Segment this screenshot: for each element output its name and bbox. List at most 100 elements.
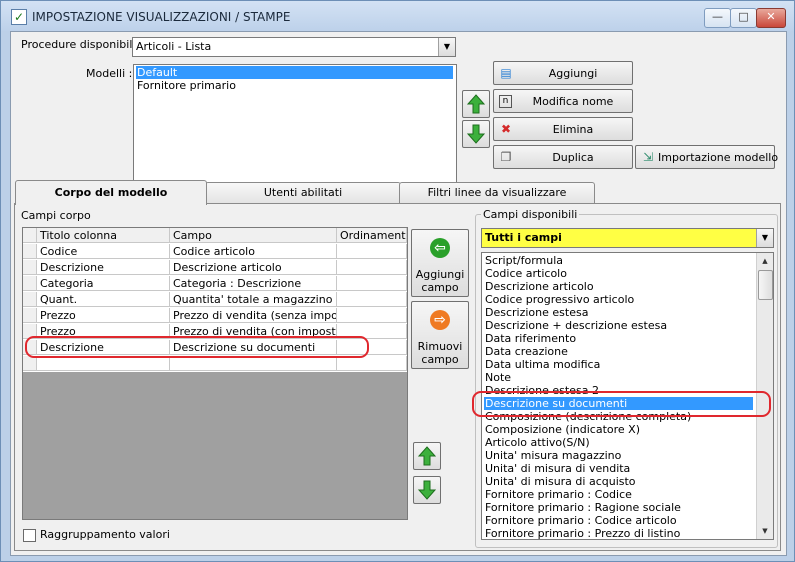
campi-corpo-grid[interactable]: Titolo colonna Campo Ordinamento Codice … — [22, 227, 408, 520]
elimina-label: Elimina — [552, 123, 594, 136]
grid-cell[interactable]: Prezzo di vendita (senza imposte) — [170, 308, 337, 323]
grid-row-indicator[interactable] — [23, 276, 37, 291]
list-item[interactable]: Descrizione + descrizione estesa — [484, 319, 667, 332]
grid-header-row: Titolo colonna Campo Ordinamento — [23, 228, 407, 244]
list-item[interactable]: Note — [484, 371, 511, 384]
grid-row-indicator[interactable] — [23, 292, 37, 307]
list-item[interactable]: Fornitore primario : Codice articolo — [484, 514, 677, 527]
campi-filter-value: Tutti i campi — [485, 231, 562, 244]
grid-cell[interactable] — [337, 292, 407, 307]
list-item[interactable]: Descrizione articolo — [484, 280, 594, 293]
modifica-nome-label: Modifica nome — [532, 95, 614, 108]
rimuovi-campo-button[interactable]: ⇨ Rimuovi campo — [411, 301, 469, 369]
add-document-icon: ▤ — [500, 66, 512, 80]
grid-cell[interactable] — [37, 356, 170, 371]
grid-cell[interactable]: Quantita' totale a magazzino — [170, 292, 337, 307]
list-item[interactable]: Codice articolo — [484, 267, 567, 280]
grid-cell[interactable] — [337, 308, 407, 323]
grid-row-indicator[interactable] — [23, 356, 37, 371]
raggruppamento-label: Raggruppamento valori — [40, 528, 170, 541]
move-down-button[interactable] — [462, 120, 490, 148]
list-item[interactable]: Unita' di misura di vendita — [484, 462, 630, 475]
chevron-down-icon[interactable]: ▼ — [438, 38, 455, 56]
grid-row-indicator — [23, 228, 37, 243]
list-item[interactable]: Unita' misura magazzino — [484, 449, 621, 462]
minimize-button[interactable]: — — [704, 8, 731, 28]
list-item[interactable]: Unita' di misura di acquisto — [484, 475, 636, 488]
importazione-modello-button[interactable]: ⇲ Importazione modello — [635, 145, 779, 169]
maximize-icon: □ — [738, 10, 749, 23]
table-row[interactable]: Prezzo Prezzo di vendita (senza imposte) — [23, 308, 407, 324]
grid-cell[interactable] — [337, 244, 407, 259]
table-row[interactable] — [23, 356, 407, 372]
grid-cell[interactable] — [337, 260, 407, 275]
list-item[interactable]: Data riferimento — [484, 332, 576, 345]
list-item[interactable]: Fornitore primario : Ragione sociale — [484, 501, 681, 514]
arrow-down-icon — [418, 480, 436, 500]
list-item[interactable]: Articolo attivo(S/N) — [484, 436, 590, 449]
grid-cell[interactable]: Prezzo — [37, 308, 170, 323]
grid-cell[interactable] — [337, 356, 407, 371]
scroll-down-icon[interactable]: ▼ — [757, 523, 773, 539]
list-item[interactable]: Descrizione estesa — [484, 306, 588, 319]
grid-row-indicator[interactable] — [23, 308, 37, 323]
tab-panel: Campi corpo Titolo colonna Campo Ordinam… — [14, 203, 781, 551]
aggiungi-label: Aggiungi — [548, 67, 598, 80]
annotation-highlight-grid-row — [25, 336, 369, 358]
table-row[interactable]: Codice Codice articolo — [23, 244, 407, 260]
list-item[interactable]: Script/formula — [484, 254, 563, 267]
modifica-nome-button[interactable]: n Modifica nome — [493, 89, 633, 113]
aggiungi-campo-button[interactable]: ⇦ Aggiungi campo — [411, 229, 469, 297]
field-move-up-button[interactable] — [413, 442, 441, 470]
grid-cell[interactable] — [170, 356, 337, 371]
aggiungi-button[interactable]: ▤ Aggiungi — [493, 61, 633, 85]
raggruppamento-checkbox[interactable] — [23, 529, 36, 542]
grid-cell[interactable]: Quant. — [37, 292, 170, 307]
grid-cell[interactable]: Categoria — [37, 276, 170, 291]
tab-utenti-abilitati[interactable]: Utenti abilitati — [205, 182, 401, 203]
modelli-label: Modelli : — [86, 67, 133, 80]
grid-header-campo[interactable]: Campo — [170, 228, 337, 243]
modelli-item[interactable]: Default — [136, 66, 453, 79]
elimina-button[interactable]: ✖ Elimina — [493, 117, 633, 141]
scroll-up-icon[interactable]: ▲ — [757, 253, 773, 269]
list-item[interactable]: Data ultima modifica — [484, 358, 600, 371]
grid-row-indicator[interactable] — [23, 260, 37, 275]
grid-cell[interactable]: Descrizione — [37, 260, 170, 275]
close-button[interactable]: ✕ — [756, 8, 786, 28]
grid-cell[interactable]: Codice articolo — [170, 244, 337, 259]
table-row[interactable]: Descrizione Descrizione articolo — [23, 260, 407, 276]
field-move-down-button[interactable] — [413, 476, 441, 504]
grid-cell[interactable]: Descrizione articolo — [170, 260, 337, 275]
close-icon: ✕ — [766, 10, 776, 23]
campi-filter-select[interactable]: Tutti i campi ▼ — [481, 228, 774, 248]
grid-cell[interactable]: Categoria : Descrizione — [170, 276, 337, 291]
tab-corpo-del-modello[interactable]: Corpo del modello — [15, 180, 207, 205]
maximize-button[interactable]: □ — [730, 8, 757, 28]
grid-header-titolo[interactable]: Titolo colonna — [37, 228, 170, 243]
modelli-list[interactable]: Default Fornitore primario — [133, 64, 457, 199]
grid-cell[interactable] — [337, 276, 407, 291]
chevron-down-icon[interactable]: ▼ — [756, 229, 773, 247]
list-item[interactable]: Fornitore primario : Codice — [484, 488, 632, 501]
procedure-select[interactable]: Articoli - Lista ▼ — [132, 37, 456, 57]
grid-cell[interactable]: Codice — [37, 244, 170, 259]
tab-filtri-linee[interactable]: Filtri linee da visualizzare — [399, 182, 595, 203]
modelli-item[interactable]: Fornitore primario — [136, 79, 236, 92]
list-item[interactable]: Codice progressivo articolo — [484, 293, 634, 306]
importazione-modello-label: Importazione modello — [658, 151, 779, 164]
campi-disponibili-label: Campi disponibili — [481, 208, 580, 221]
move-up-button[interactable] — [462, 90, 490, 118]
duplica-button[interactable]: ❐ Duplica — [493, 145, 633, 169]
grid-header-ordinamento[interactable]: Ordinamento — [337, 228, 407, 243]
list-item[interactable]: Composizione (indicatore X) — [484, 423, 640, 436]
list-item[interactable]: Data creazione — [484, 345, 568, 358]
title-bar[interactable]: ✓ IMPOSTAZIONE VISUALIZZAZIONI / STAMPE … — [1, 1, 794, 31]
scroll-thumb[interactable] — [758, 270, 773, 300]
table-row[interactable]: Categoria Categoria : Descrizione — [23, 276, 407, 292]
list-item[interactable]: Fornitore primario : Prezzo di listino — [484, 527, 680, 539]
arrow-up-icon — [467, 94, 485, 114]
grid-row-indicator[interactable] — [23, 244, 37, 259]
table-row[interactable]: Quant. Quantita' totale a magazzino — [23, 292, 407, 308]
import-icon: ⇲ — [642, 150, 654, 164]
